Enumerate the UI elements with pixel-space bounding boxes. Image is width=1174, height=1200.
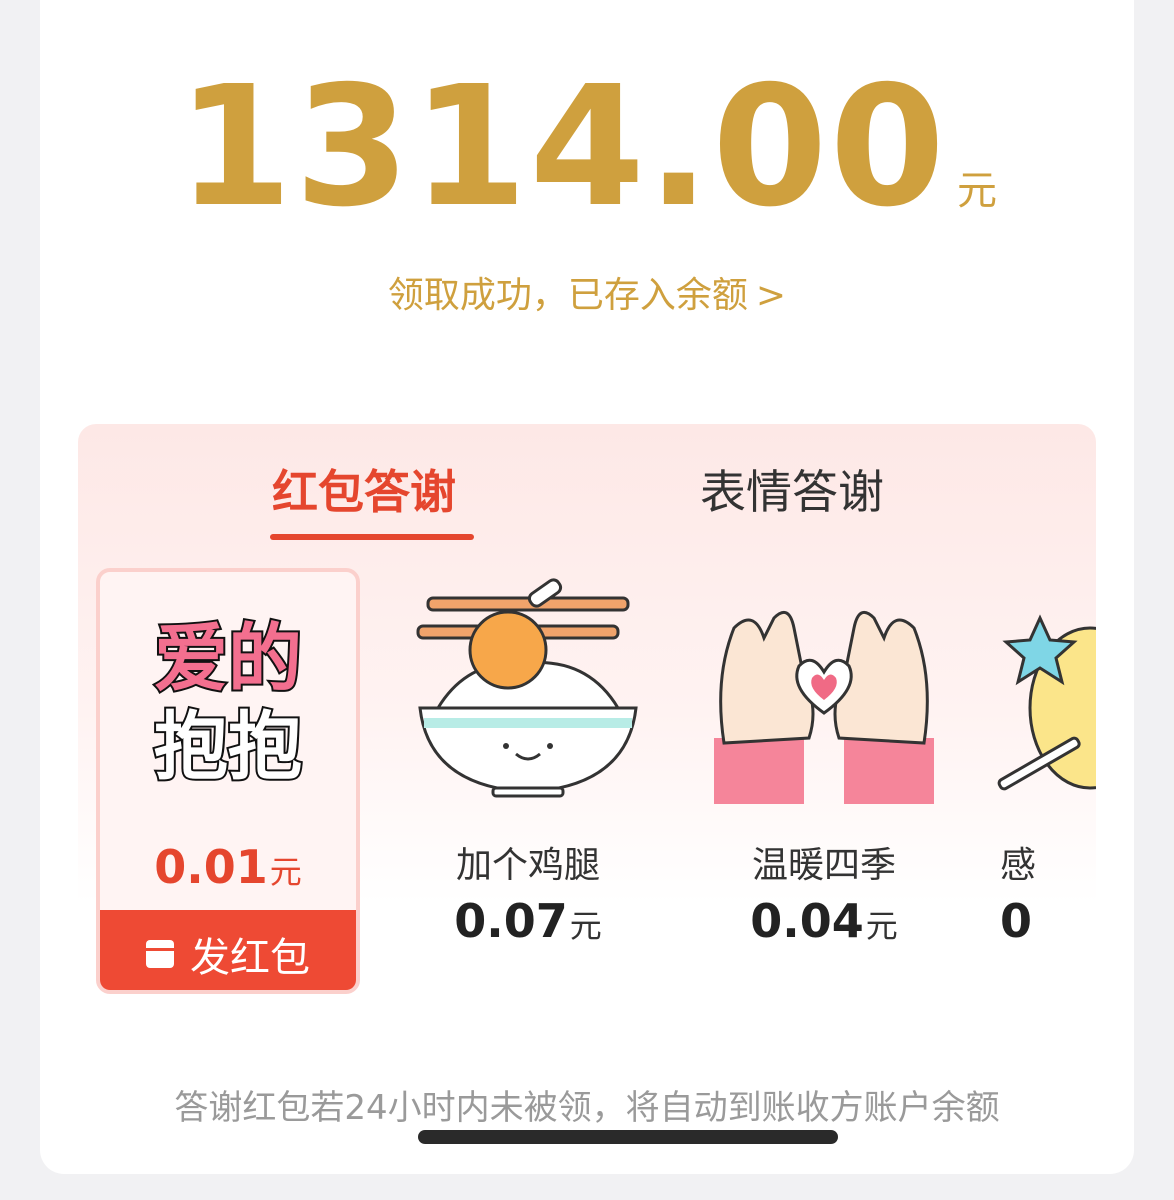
balance-link-text: 领取成功，已存入余额 — [387, 275, 748, 316]
gift-option-price-value: 0 — [1000, 894, 1033, 948]
heart-hands-icon — [714, 610, 934, 804]
gift-option-price-value: 0.04 — [750, 894, 864, 948]
gift-option-partial[interactable]: 感 0 — [990, 568, 1096, 998]
send-button-label: 发红包 — [190, 935, 310, 981]
send-red-packet-button[interactable]: 发红包 — [100, 910, 356, 990]
amount-row: 1314.00 元 — [40, 65, 1134, 231]
gift-option-price-value: 0.07 — [454, 894, 568, 948]
result-card: 1314.00 元 领取成功，已存入余额 > 红包答谢 表情答谢 爱的 抱抱 0.0… — [40, 0, 1134, 1174]
gift-price-unit: 元 — [269, 853, 302, 891]
gift-option-price: 0.04元 — [694, 894, 954, 948]
gift-option-label: 加个鸡腿 — [455, 845, 600, 886]
gift-option-price: 0 — [1000, 894, 1096, 948]
gift-option-label: 温暖四季 — [751, 845, 896, 886]
love-hug-sticker-icon: 爱的 抱抱 — [152, 614, 304, 792]
gift-option-warm-seasons[interactable]: 温暖四季 0.04元 — [694, 568, 954, 998]
sticker-line1: 爱的 — [154, 616, 302, 702]
footnote-text: 答谢红包若24小时内未被领，将自动到账收方账户余额 — [174, 1088, 1000, 1128]
star-wand-icon — [997, 614, 1096, 791]
active-tab-indicator — [270, 534, 474, 540]
gift-price: 0.01元 — [100, 840, 356, 894]
gift-option-chicken-leg[interactable]: 加个鸡腿 0.07元 — [398, 568, 658, 998]
tab-red-packet-thanks[interactable]: 红包答谢 — [272, 462, 456, 522]
chevron-right-icon: > — [755, 275, 787, 316]
gift-price-value: 0.01 — [154, 840, 268, 894]
gift-option-price-unit: 元 — [865, 907, 898, 945]
gift-option-label: 感 — [1000, 845, 1037, 886]
tab-sticker-thanks[interactable]: 表情答谢 — [700, 462, 884, 522]
amount-value: 1314.00 — [176, 51, 948, 244]
gift-option-price-unit: 元 — [569, 907, 602, 945]
amount-unit: 元 — [957, 168, 998, 214]
gift-option-price: 0.07元 — [398, 894, 658, 948]
thanks-panel: 红包答谢 表情答谢 爱的 抱抱 0.01元 发红包 加个鸡腿 0.07元 温暖四… — [78, 424, 1096, 1064]
sticker-line2: 抱抱 — [154, 704, 302, 790]
gift-option-selected[interactable]: 爱的 抱抱 0.01元 发红包 — [96, 568, 360, 994]
balance-link[interactable]: 领取成功，已存入余额 > — [40, 266, 1134, 318]
home-indicator[interactable] — [418, 1130, 838, 1144]
rice-bowl-chicken-icon — [416, 578, 638, 798]
red-packet-icon — [146, 940, 174, 968]
